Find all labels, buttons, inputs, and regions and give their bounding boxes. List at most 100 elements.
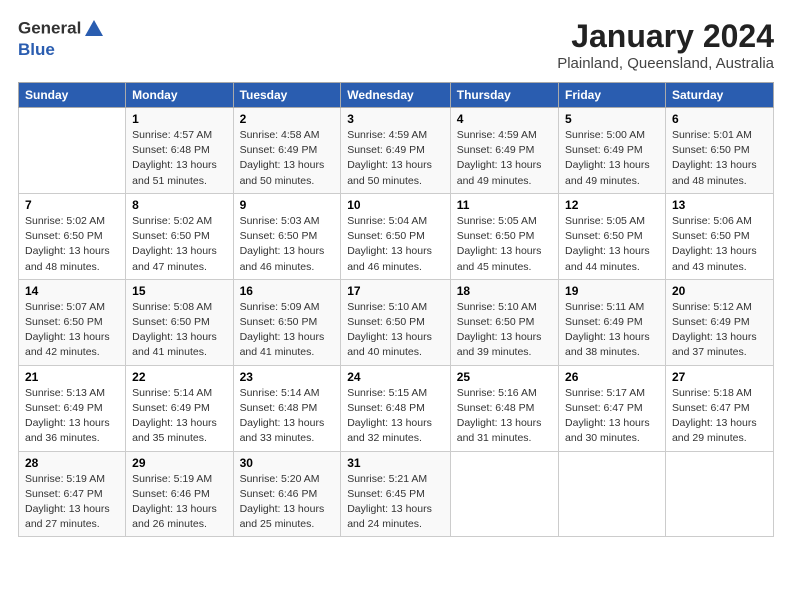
day-number: 7 [25,198,119,212]
calendar-cell: 3Sunrise: 4:59 AMSunset: 6:49 PMDaylight… [341,108,451,194]
calendar-cell: 23Sunrise: 5:14 AMSunset: 6:48 PMDayligh… [233,365,341,451]
calendar-body: 1 Sunrise: 4:57 AMSunset: 6:48 PMDaylight… [19,108,774,537]
week-row-3: 21 Sunrise: 5:13 AMSunset: 6:49 PMDayligh… [19,365,774,451]
week-row-0: 1 Sunrise: 4:57 AMSunset: 6:48 PMDaylight… [19,108,774,194]
calendar-cell: 11Sunrise: 5:05 AMSunset: 6:50 PMDayligh… [450,193,558,279]
day-info: Sunrise: 5:12 AMSunset: 6:49 PMDaylight:… [672,300,767,361]
day-info: Sunrise: 4:59 AMSunset: 6:49 PMDaylight:… [457,128,552,189]
calendar-cell [665,451,773,537]
day-info: Sunrise: 5:00 AMSunset: 6:49 PMDaylight:… [565,128,659,189]
day-number: 9 [240,198,335,212]
weekday-header-wednesday: Wednesday [341,83,451,108]
location-title: Plainland, Queensland, Australia [557,55,774,72]
day-info: Sunrise: 5:18 AMSunset: 6:47 PMDaylight:… [672,386,767,447]
day-info: Sunrise: 5:15 AMSunset: 6:48 PMDaylight:… [347,386,444,447]
calendar-cell: 8 Sunrise: 5:02 AMSunset: 6:50 PMDaylight… [126,193,233,279]
calendar-cell: 13 Sunrise: 5:06 AMSunset: 6:50 PMDayligh… [665,193,773,279]
weekday-header-saturday: Saturday [665,83,773,108]
day-number: 16 [240,284,335,298]
header: General Blue January 2024 Plainland, Que… [18,18,774,72]
calendar-cell: 24Sunrise: 5:15 AMSunset: 6:48 PMDayligh… [341,365,451,451]
day-info: Sunrise: 5:20 AMSunset: 6:46 PMDaylight:… [240,472,335,533]
day-info: Sunrise: 5:16 AMSunset: 6:48 PMDaylight:… [457,386,552,447]
day-number: 14 [25,284,119,298]
day-number: 29 [132,456,226,470]
day-info: Sunrise: 5:10 AMSunset: 6:50 PMDaylight:… [457,300,552,361]
calendar-cell: 14 Sunrise: 5:07 AMSunset: 6:50 PMDayligh… [19,279,126,365]
calendar-cell: 27 Sunrise: 5:18 AMSunset: 6:47 PMDayligh… [665,365,773,451]
logo-icon [83,18,105,40]
day-number: 10 [347,198,444,212]
week-row-2: 14 Sunrise: 5:07 AMSunset: 6:50 PMDayligh… [19,279,774,365]
week-row-1: 7 Sunrise: 5:02 AMSunset: 6:50 PMDaylight… [19,193,774,279]
calendar-cell: 26 Sunrise: 5:17 AMSunset: 6:47 PMDayligh… [559,365,666,451]
weekday-header-row: SundayMondayTuesdayWednesdayThursdayFrid… [19,83,774,108]
day-number: 2 [240,112,335,126]
day-info: Sunrise: 5:13 AMSunset: 6:49 PMDaylight:… [25,386,119,447]
day-info: Sunrise: 4:57 AMSunset: 6:48 PMDaylight:… [132,128,226,189]
calendar-cell: 6Sunrise: 5:01 AMSunset: 6:50 PMDaylight… [665,108,773,194]
day-number: 8 [132,198,226,212]
day-number: 26 [565,370,659,384]
day-number: 22 [132,370,226,384]
calendar-table: SundayMondayTuesdayWednesdayThursdayFrid… [18,82,774,537]
weekday-header-friday: Friday [559,83,666,108]
calendar-cell: 5 Sunrise: 5:00 AMSunset: 6:49 PMDaylight… [559,108,666,194]
calendar-cell [19,108,126,194]
weekday-header-thursday: Thursday [450,83,558,108]
calendar-cell: 16Sunrise: 5:09 AMSunset: 6:50 PMDayligh… [233,279,341,365]
day-number: 31 [347,456,444,470]
day-number: 12 [565,198,659,212]
calendar-cell: 30Sunrise: 5:20 AMSunset: 6:46 PMDayligh… [233,451,341,537]
day-number: 5 [565,112,659,126]
day-number: 6 [672,112,767,126]
day-number: 20 [672,284,767,298]
day-info: Sunrise: 4:59 AMSunset: 6:49 PMDaylight:… [347,128,444,189]
day-number: 15 [132,284,226,298]
day-info: Sunrise: 5:02 AMSunset: 6:50 PMDaylight:… [132,214,226,275]
day-info: Sunrise: 4:58 AMSunset: 6:49 PMDaylight:… [240,128,335,189]
day-number: 19 [565,284,659,298]
day-number: 1 [132,112,226,126]
calendar-cell: 28Sunrise: 5:19 AMSunset: 6:47 PMDayligh… [19,451,126,537]
day-number: 25 [457,370,552,384]
calendar-cell: 9 Sunrise: 5:03 AMSunset: 6:50 PMDaylight… [233,193,341,279]
calendar-cell: 12 Sunrise: 5:05 AMSunset: 6:50 PMDayligh… [559,193,666,279]
month-title: January 2024 [557,18,774,55]
calendar-cell [450,451,558,537]
calendar-cell: 22 Sunrise: 5:14 AMSunset: 6:49 PMDayligh… [126,365,233,451]
week-row-4: 28Sunrise: 5:19 AMSunset: 6:47 PMDayligh… [19,451,774,537]
day-number: 13 [672,198,767,212]
day-number: 17 [347,284,444,298]
calendar-cell: 20 Sunrise: 5:12 AMSunset: 6:49 PMDayligh… [665,279,773,365]
calendar-cell: 21 Sunrise: 5:13 AMSunset: 6:49 PMDayligh… [19,365,126,451]
day-number: 21 [25,370,119,384]
calendar-cell [559,451,666,537]
day-info: Sunrise: 5:07 AMSunset: 6:50 PMDaylight:… [25,300,119,361]
calendar-cell: 17 Sunrise: 5:10 AMSunset: 6:50 PMDayligh… [341,279,451,365]
day-info: Sunrise: 5:11 AMSunset: 6:49 PMDaylight:… [565,300,659,361]
calendar-cell: 4 Sunrise: 4:59 AMSunset: 6:49 PMDaylight… [450,108,558,194]
day-number: 28 [25,456,119,470]
day-number: 18 [457,284,552,298]
day-info: Sunrise: 5:03 AMSunset: 6:50 PMDaylight:… [240,214,335,275]
calendar-cell: 15 Sunrise: 5:08 AMSunset: 6:50 PMDayligh… [126,279,233,365]
calendar-cell: 2 Sunrise: 4:58 AMSunset: 6:49 PMDaylight… [233,108,341,194]
day-info: Sunrise: 5:05 AMSunset: 6:50 PMDaylight:… [565,214,659,275]
day-info: Sunrise: 5:02 AMSunset: 6:50 PMDaylight:… [25,214,119,275]
weekday-header-monday: Monday [126,83,233,108]
day-info: Sunrise: 5:06 AMSunset: 6:50 PMDaylight:… [672,214,767,275]
logo-general: General [18,18,81,37]
day-info: Sunrise: 5:14 AMSunset: 6:49 PMDaylight:… [132,386,226,447]
day-number: 4 [457,112,552,126]
day-info: Sunrise: 5:08 AMSunset: 6:50 PMDaylight:… [132,300,226,361]
calendar-cell: 1 Sunrise: 4:57 AMSunset: 6:48 PMDaylight… [126,108,233,194]
calendar-cell: 19 Sunrise: 5:11 AMSunset: 6:49 PMDayligh… [559,279,666,365]
weekday-header-sunday: Sunday [19,83,126,108]
calendar-cell: 18 Sunrise: 5:10 AMSunset: 6:50 PMDayligh… [450,279,558,365]
weekday-header-tuesday: Tuesday [233,83,341,108]
day-info: Sunrise: 5:10 AMSunset: 6:50 PMDaylight:… [347,300,444,361]
day-info: Sunrise: 5:17 AMSunset: 6:47 PMDaylight:… [565,386,659,447]
logo-blue: Blue [18,40,105,60]
day-number: 27 [672,370,767,384]
